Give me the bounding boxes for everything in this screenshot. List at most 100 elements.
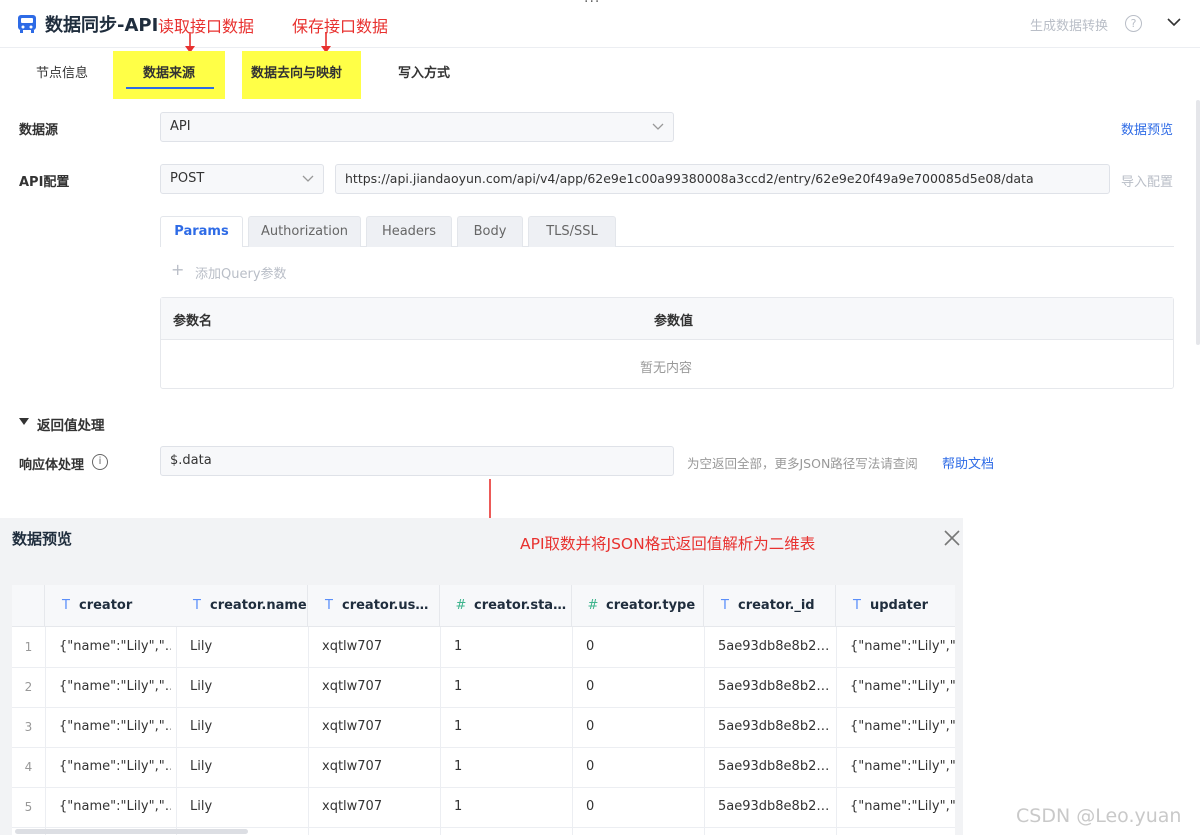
chevron-down-icon[interactable] [1166, 14, 1182, 30]
datasource-select[interactable] [160, 112, 674, 142]
api-config-label: API配置 [19, 175, 70, 190]
empty-state-text: 暂无内容 [640, 361, 693, 376]
text-type-icon: T [62, 598, 70, 613]
table-cell[interactable]: 5ae93db8e8b2… [718, 759, 830, 774]
subtab-params[interactable]: Params [160, 216, 243, 247]
column-header-label: creator.sta… [474, 598, 567, 613]
column-header[interactable]: # creator.type [572, 585, 704, 627]
import-config-button[interactable]: 导入配置 [1121, 171, 1173, 190]
help-doc-link[interactable]: 帮助文档 [942, 453, 994, 472]
table-cell[interactable]: {"name":"Lily","… [850, 759, 955, 774]
column-divider [704, 627, 705, 835]
data-preview-title: 数据预览 [12, 530, 73, 548]
table-cell[interactable]: xqtlw707 [322, 759, 434, 774]
column-header[interactable]: Tcreator.name [176, 585, 308, 627]
watermark: CSDN @Leo.yuan [1016, 805, 1182, 827]
subtab-authorization[interactable]: Authorization [248, 216, 361, 247]
subtab-body[interactable]: Body [457, 216, 523, 247]
table-cell[interactable]: xqtlw707 [322, 799, 434, 814]
table-cell[interactable]: {"name":"Lily","… [59, 719, 171, 734]
table-cell[interactable]: {"name":"Lily","… [59, 759, 171, 774]
response-hint: 为空返回全部，更多JSON路径写法请查阅 [687, 456, 918, 471]
table-cell[interactable]: 5ae93db8e8b2… [718, 719, 830, 734]
row-number-header [12, 585, 45, 627]
table-cell[interactable]: {"name":"Lily","… [850, 639, 955, 654]
table-cell[interactable]: 1 [454, 799, 566, 814]
table-cell[interactable]: 1 [454, 639, 566, 654]
table-cell[interactable]: Lily [190, 639, 302, 654]
row-divider [12, 827, 955, 828]
row-divider [12, 787, 955, 788]
table-cell[interactable]: {"name":"Lily","… [850, 719, 955, 734]
add-query-param-button[interactable]: 添加Query参数 [195, 263, 287, 282]
column-header[interactable]: Tupdater [836, 585, 955, 627]
tab-node-info[interactable]: 节点信息 [36, 62, 88, 81]
table-cell[interactable]: Lily [190, 679, 302, 694]
tab-write-mode[interactable]: 写入方式 [398, 62, 450, 81]
column-divider [176, 627, 177, 835]
column-header-label: creator.type [606, 598, 696, 613]
table-cell[interactable]: 0 [586, 639, 698, 654]
return-section-title[interactable]: 返回值处理 [37, 414, 105, 434]
table-cell[interactable]: {"name":"Lily","… [59, 639, 171, 654]
subtab-headers[interactable]: Headers [366, 216, 452, 247]
table-cell[interactable]: 1 [454, 719, 566, 734]
table-cell[interactable]: {"name":"Lily","… [850, 799, 955, 814]
column-divider [45, 627, 46, 835]
more-menu-icon[interactable]: ··· [584, 0, 600, 10]
preview-data-grid: Tcreator Tcreator.name Tcreator.us… # creato… [12, 585, 955, 835]
table-cell[interactable]: xqtlw707 [322, 679, 434, 694]
help-icon[interactable]: ? [1125, 15, 1142, 32]
col-param-value: 参数值 [654, 314, 694, 329]
table-cell[interactable]: Lily [190, 799, 302, 814]
row-number: 5 [24, 800, 33, 814]
table-cell[interactable]: 1 [454, 679, 566, 694]
table-cell[interactable]: 5ae93db8e8b2… [718, 639, 830, 654]
chevron-down-icon [302, 175, 314, 182]
table-cell[interactable]: xqtlw707 [322, 639, 434, 654]
close-icon[interactable] [943, 529, 961, 547]
table-cell[interactable]: Lily [190, 759, 302, 774]
text-type-icon: T [193, 598, 201, 613]
table-cell[interactable]: {"name":"Lily","… [59, 799, 171, 814]
column-header[interactable]: Tcreator [45, 585, 177, 627]
row-divider [12, 707, 955, 708]
column-header[interactable]: Tcreator.us… [308, 585, 440, 627]
generate-transform-button[interactable]: 生成数据转换 [1030, 15, 1108, 34]
annotation-parse-note: API取数并将JSON格式返回值解析为二维表 [520, 535, 816, 553]
text-type-icon: T [721, 598, 729, 613]
table-cell[interactable]: 0 [586, 759, 698, 774]
column-header-label: updater [870, 598, 929, 613]
table-cell[interactable]: 5ae93db8e8b2… [718, 799, 830, 814]
page-scrollbar[interactable] [1196, 100, 1200, 345]
table-cell[interactable]: 5ae93db8e8b2… [718, 679, 830, 694]
column-divider [572, 627, 573, 835]
table-cell[interactable]: 0 [586, 719, 698, 734]
table-cell[interactable]: 0 [586, 799, 698, 814]
datasource-value: API [170, 119, 191, 134]
annotation-read-api: 读取接口数据 [158, 17, 255, 36]
table-cell[interactable]: {"name":"Lily","… [59, 679, 171, 694]
column-divider [440, 627, 441, 835]
page-title: 数据同步-API [45, 15, 159, 36]
subtab-tls-ssl[interactable]: TLS/SSL [528, 216, 616, 247]
add-icon[interactable]: + [171, 260, 184, 279]
number-type-icon: # [587, 598, 599, 613]
col-param-name: 参数名 [173, 314, 213, 329]
table-cell[interactable]: 0 [586, 679, 698, 694]
table-cell[interactable]: Lily [190, 719, 302, 734]
horizontal-scrollbar[interactable] [15, 829, 248, 834]
tab-data-destination-mapping[interactable]: 数据去向与映射 [251, 62, 342, 81]
table-cell[interactable]: {"name":"Lily","… [850, 679, 955, 694]
data-preview-link[interactable]: 数据预览 [1121, 119, 1173, 138]
tab-data-source[interactable]: 数据来源 [143, 62, 195, 81]
table-cell[interactable]: 1 [454, 759, 566, 774]
table-cell[interactable]: xqtlw707 [322, 719, 434, 734]
response-path-input[interactable] [160, 446, 674, 476]
column-header[interactable]: Tcreator._id [704, 585, 836, 627]
text-type-icon: T [325, 598, 333, 613]
column-header-label: creator._id [738, 598, 815, 613]
column-header[interactable]: # creator.sta… [440, 585, 572, 627]
caret-down-icon[interactable] [19, 418, 29, 426]
info-icon[interactable]: i [92, 454, 108, 470]
